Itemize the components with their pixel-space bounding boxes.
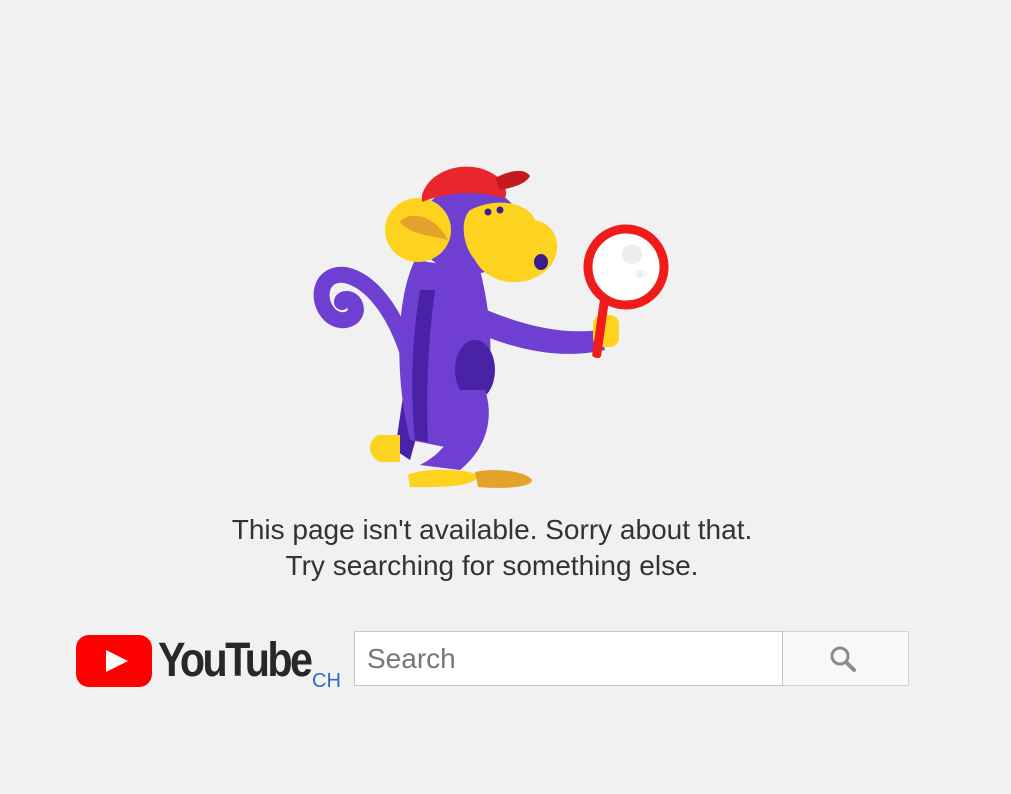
search-form [354,631,909,686]
error-message: This page isn't available. Sorry about t… [0,512,984,584]
search-button[interactable] [783,631,909,686]
youtube-logo[interactable]: YouTube CH [76,632,351,692]
youtube-wordmark: YouTube [158,634,313,687]
error-message-line-1: This page isn't available. Sorry about t… [231,514,753,545]
search-icon [830,646,856,672]
error-message-line-2: Try searching for something else. [285,550,699,581]
search-input[interactable] [354,631,783,686]
country-code-link[interactable]: CH [312,670,341,692]
monkey-illustration [313,166,669,488]
youtube-play-icon [76,635,152,687]
error-page: This page isn't available. Sorry about t… [0,0,1011,794]
